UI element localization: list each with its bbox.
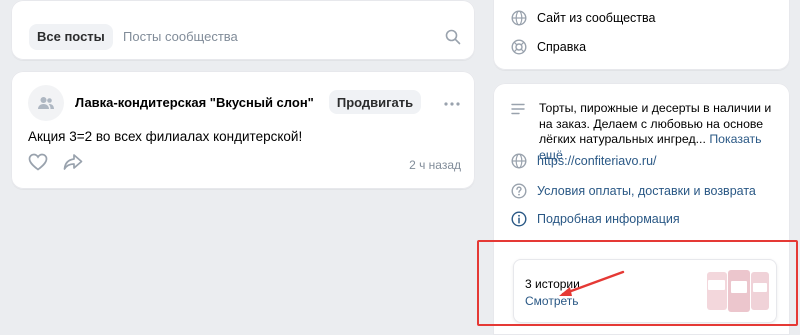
highlight-frame [477,240,798,326]
info-icon [511,211,527,227]
post-text: Акция 3=2 во всех филиалах кондитерской! [28,129,303,144]
sidebar-item-label: Справка [537,40,587,54]
text-lines-icon [511,103,525,115]
sidebar-item-help[interactable]: Справка [511,37,586,57]
sidebar-item-site[interactable]: Сайт из сообщества [511,8,655,28]
details-link[interactable]: Подробная информация [537,212,680,226]
question-icon [511,183,527,199]
details-row[interactable]: Подробная информация [511,209,680,229]
post-card: Лавка-кондитерская "Вкусный слон" Продви… [11,71,475,189]
post-time[interactable]: 2 ч назад [409,158,461,172]
community-links-card: Сайт из сообщества Справка [493,0,790,70]
globe-icon [511,153,527,169]
community-avatar[interactable] [28,85,64,121]
lifebuoy-icon [511,39,527,55]
website-link[interactable]: https://confiteriavo.ru/ [537,154,657,168]
heart-icon[interactable] [28,153,48,171]
share-icon[interactable] [63,153,83,171]
website-row[interactable]: https://confiteriavo.ru/ [511,151,657,171]
terms-row[interactable]: Условия оплаты, доставки и возврата [511,181,756,201]
community-avatar-icon [38,97,54,109]
arrow-annotation-icon [559,270,625,296]
search-icon[interactable] [445,29,461,45]
terms-link[interactable]: Условия оплаты, доставки и возврата [537,184,756,198]
feed-tabs-card: Все посты Посты сообщества [11,0,475,60]
globe-icon [511,10,527,26]
sidebar-item-label: Сайт из сообщества [537,11,656,25]
post-author[interactable]: Лавка-кондитерская "Вкусный слон" [75,95,314,110]
tab-all-posts[interactable]: Все посты [29,24,113,50]
tab-community-posts[interactable]: Посты сообщества [115,24,246,50]
promote-button[interactable]: Продвигать [329,90,421,114]
more-icon[interactable] [443,101,461,107]
